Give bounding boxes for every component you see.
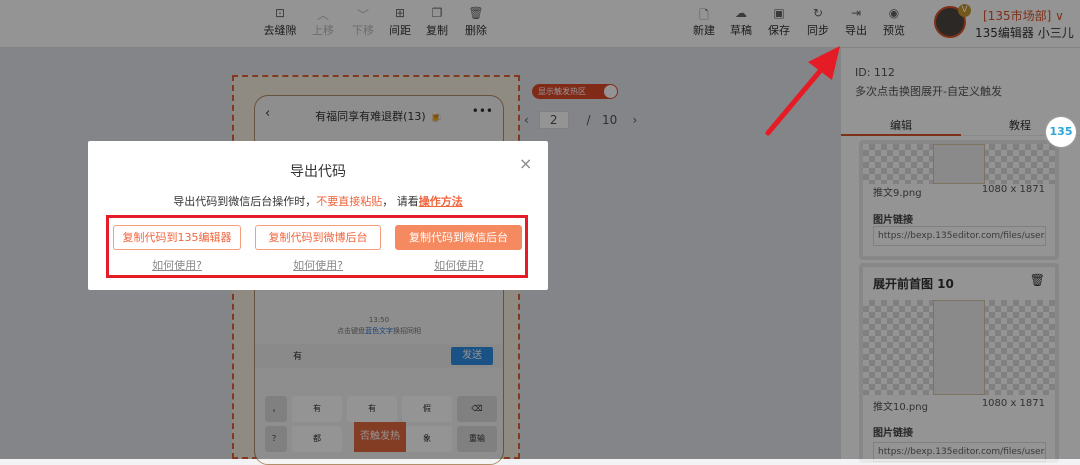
annotation-arrow-icon <box>765 46 840 136</box>
